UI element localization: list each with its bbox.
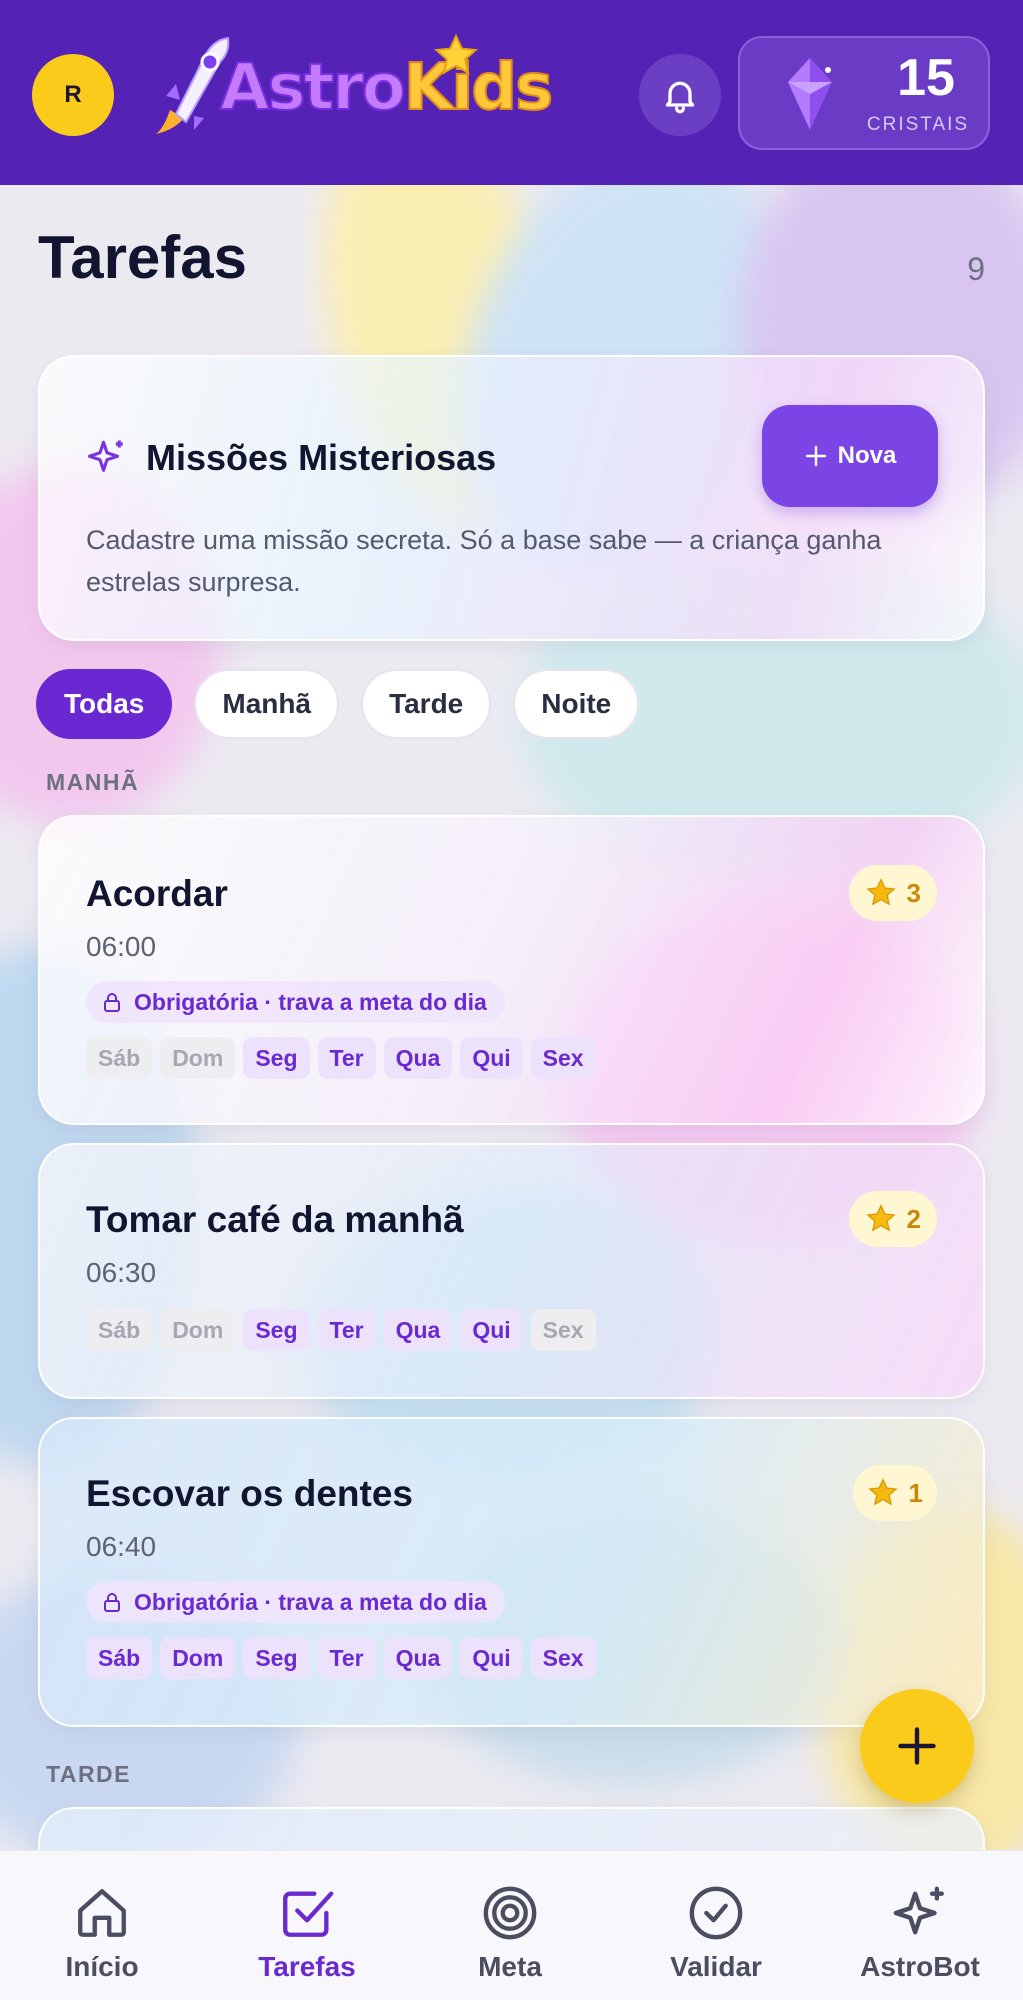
crystal-icon — [788, 58, 832, 130]
stars-value: 1 — [908, 1477, 923, 1508]
crystals-label: CRISTAIS — [866, 114, 970, 135]
task-title: Acordar — [86, 873, 228, 914]
day-qua: Qua — [383, 1037, 453, 1079]
star-icon — [434, 33, 478, 75]
filter-todas[interactable]: Todas — [36, 669, 173, 739]
bottom-navigation: Início Tarefas Meta Validar AstroBot — [0, 1850, 1023, 2000]
nav-label: AstroBot — [860, 1951, 980, 1982]
mandatory-badge: Obrigatória · trava a meta do dia — [86, 981, 505, 1023]
bell-icon — [665, 81, 695, 114]
task-card[interactable]: Escovar os dentes 1 06:40 Obrigatória · … — [38, 1417, 985, 1727]
task-card[interactable]: Acordar 3 06:00 Obrigatória · trava a me… — [38, 815, 985, 1125]
task-title: Escovar os dentes — [86, 1473, 413, 1514]
nav-label: Meta — [478, 1951, 542, 1982]
check-circle-icon — [689, 1886, 743, 1940]
mystery-missions-description: Cadastre uma missão secreta. Só a base s… — [86, 525, 882, 597]
nav-item-astrobot[interactable]: AstroBot — [830, 1851, 1010, 2000]
lock-icon — [104, 1593, 120, 1612]
new-mission-button[interactable]: Nova — [762, 405, 938, 507]
stars-value: 2 — [906, 1203, 921, 1234]
plus-icon — [898, 1727, 936, 1765]
lock-icon — [104, 993, 120, 1012]
task-time: 06:40 — [86, 1531, 157, 1562]
sparkles-icon — [893, 1886, 944, 1935]
crystals-counter[interactable]: 15 CRISTAIS — [738, 36, 990, 150]
mandatory-label: Obrigatória · trava a meta do dia — [134, 1588, 487, 1615]
nav-label: Validar — [670, 1951, 762, 1982]
add-task-button[interactable] — [860, 1689, 974, 1803]
avatar[interactable]: R — [32, 54, 114, 136]
nav-item-meta[interactable]: Meta — [420, 1851, 600, 2000]
day-qua: Qua — [383, 1637, 453, 1679]
task-time: 06:00 — [86, 931, 157, 962]
section-label-morning: MANHÃ — [46, 769, 140, 795]
nav-item-tarefas[interactable]: Tarefas — [217, 1851, 397, 2000]
app-header: R AstroKids 15 CRISTAIS — [0, 0, 1023, 185]
filter-noite[interactable]: Noite — [513, 669, 640, 739]
new-mission-label: Nova — [837, 442, 897, 469]
day-sex: Sex — [530, 1037, 596, 1079]
mystery-missions-title: Missões Misteriosas — [146, 437, 497, 478]
day-dom: Dom — [160, 1309, 236, 1351]
filter-manha[interactable]: Manhã — [194, 669, 340, 739]
stars-badge: 1 — [852, 1465, 937, 1521]
stars-value: 3 — [906, 877, 921, 908]
notifications-button[interactable] — [639, 54, 721, 136]
target-icon — [483, 1886, 537, 1940]
nav-label: Início — [65, 1951, 139, 1982]
task-card[interactable]: Tomar café da manhã 2 06:30 Sáb Dom Seg … — [38, 1143, 985, 1399]
mandatory-badge: Obrigatória · trava a meta do dia — [86, 1581, 505, 1623]
day-sab: Sáb — [86, 1637, 153, 1679]
star-icon — [865, 878, 896, 906]
nav-item-validar[interactable]: Validar — [626, 1851, 806, 2000]
task-title: Tomar café da manhã — [86, 1199, 464, 1240]
task-time: 06:30 — [86, 1257, 157, 1288]
checkbox-icon — [283, 1891, 334, 1937]
mystery-missions-card: Missões Misteriosas Cadastre uma missão … — [38, 355, 985, 641]
day-sab: Sáb — [86, 1309, 153, 1351]
day-qua: Qua — [383, 1309, 453, 1351]
day-seg: Seg — [243, 1309, 310, 1351]
stars-badge: 2 — [848, 1191, 937, 1247]
day-ter: Ter — [317, 1037, 376, 1079]
home-icon — [78, 1889, 126, 1937]
day-qui: Qui — [460, 1037, 523, 1079]
day-seg: Seg — [243, 1637, 310, 1679]
day-sex: Sex — [530, 1309, 596, 1351]
page-title: Tarefas — [38, 224, 248, 291]
day-qui: Qui — [460, 1309, 523, 1351]
stars-badge: 3 — [848, 865, 937, 921]
day-qui: Qui — [460, 1637, 523, 1679]
day-seg: Seg — [243, 1037, 310, 1079]
astrokids-logo: AstroKids — [150, 30, 554, 150]
weekday-list: Sáb Dom Seg Ter Qua Qui Sex — [86, 1309, 596, 1351]
star-icon — [865, 1204, 896, 1232]
filter-tarde[interactable]: Tarde — [361, 669, 492, 739]
crystals-count: 15 — [897, 49, 955, 107]
logo-astro-text: Astro — [219, 51, 407, 125]
day-dom: Dom — [160, 1637, 236, 1679]
task-count: 9 — [967, 251, 985, 287]
sparkles-icon — [87, 440, 123, 472]
mandatory-label: Obrigatória · trava a meta do dia — [134, 988, 487, 1015]
period-filters: Todas Manhã Tarde Noite — [36, 669, 640, 739]
nav-label: Tarefas — [258, 1951, 356, 1982]
day-ter: Ter — [317, 1309, 376, 1351]
day-ter: Ter — [317, 1637, 376, 1679]
day-sab: Sáb — [86, 1037, 153, 1079]
weekday-list: Sáb Dom Seg Ter Qua Qui Sex — [86, 1037, 596, 1079]
day-sex: Sex — [530, 1637, 596, 1679]
nav-item-inicio[interactable]: Início — [12, 1851, 192, 2000]
star-icon — [867, 1478, 898, 1506]
section-label-afternoon: TARDE — [46, 1761, 132, 1787]
weekday-list: Sáb Dom Seg Ter Qua Qui Sex — [86, 1637, 596, 1679]
day-dom: Dom — [160, 1037, 236, 1079]
plus-icon — [805, 445, 826, 467]
